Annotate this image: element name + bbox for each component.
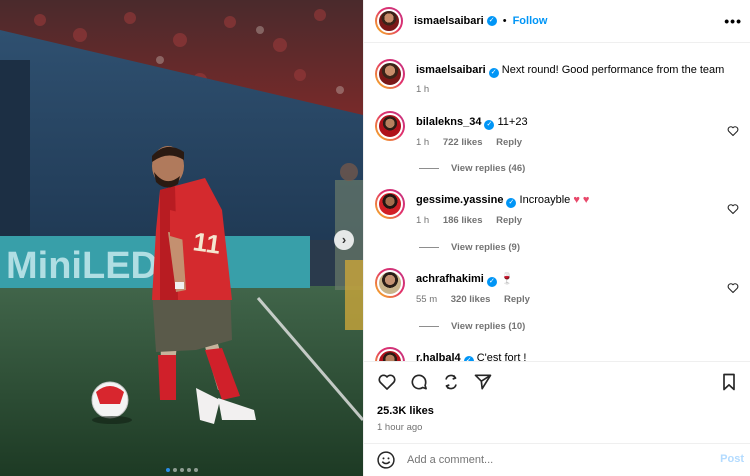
post-time: 1 hour ago [377,422,423,433]
replies-divider [419,247,439,248]
comment-likes[interactable]: 722 likes [443,137,483,148]
view-replies-label[interactable]: View replies (46) [451,163,525,174]
share-icon[interactable] [441,372,461,392]
comment-likes[interactable]: 320 likes [451,294,491,305]
view-replies-label[interactable]: View replies (10) [451,321,525,332]
view-replies-button[interactable]: View replies (46) [419,163,525,174]
heart-icon[interactable] [377,372,397,392]
comment-username[interactable]: bilalekns_34 [416,116,481,128]
comment-username[interactable]: r.halbal4 [416,352,461,361]
post-comment-button[interactable]: Post [720,453,744,465]
more-options-icon[interactable]: ••• [724,13,742,29]
heart-emoji: ♥ ♥ [573,194,590,206]
avatar[interactable] [375,347,405,361]
carousel-dot [179,468,184,472]
carousel-dot [165,468,170,472]
comment-text: 🍷 [499,273,514,285]
comment-text: 11+23 [497,116,528,128]
post-photo[interactable]: MiniLED 11 › [0,0,363,476]
view-replies-label[interactable]: View replies (9) [451,242,520,253]
caption-time: 1 h [416,84,430,95]
jersey-number: 11 [191,226,222,260]
comment-time: 1 h [416,215,430,226]
comment-item: r.halbal4 ✓ C'est fort ! [375,347,745,361]
comment-username[interactable]: gessime.yassine [416,194,503,206]
comment-like-heart-icon[interactable] [727,282,739,294]
view-replies-button[interactable]: View replies (10) [419,321,525,332]
next-arrow-icon[interactable]: › [334,230,354,250]
verified-badge-icon: ✓ [486,16,497,26]
verified-badge-icon: ✓ [484,120,495,130]
avatar[interactable] [375,268,405,298]
comment-like-heart-icon[interactable] [727,203,739,215]
verified-badge-icon: ✓ [506,198,517,208]
comment-item: bilalekns_34 ✓ 11+23 1 h 722 likes Reply [375,111,745,148]
caption: ismaelsaibari ✓ Next round! Good performa… [375,59,745,95]
replies-divider [419,168,439,169]
comment-input[interactable] [407,454,707,466]
comment-text: C'est fort ! [476,352,527,361]
carousel-dots [0,468,363,472]
add-comment-bar: Post [364,443,750,476]
view-replies-button[interactable]: View replies (9) [419,242,520,253]
follow-button[interactable]: Follow [513,15,548,27]
comment-username[interactable]: achrafhakimi [416,273,484,285]
post-header: ismaelsaibari ✓ • Follow ••• [364,0,750,43]
likes-count[interactable]: 25.3K likes [377,405,434,417]
comment-text: Incroayble [519,194,571,206]
ad-board-text: MiniLED [6,245,158,287]
avatar[interactable] [375,59,405,89]
verified-badge-icon: ✓ [488,68,499,78]
verified-badge-icon: ✓ [486,277,497,287]
football-player-photo: MiniLED 11 [0,0,363,476]
author-username[interactable]: ismaelsaibari [414,15,484,27]
bookmark-icon[interactable] [719,372,739,392]
emoji-icon[interactable] [376,450,396,470]
avatar[interactable] [375,189,405,219]
comment-time: 55 m [416,294,438,305]
instagram-post: MiniLED 11 › ismaelsaibari ✓ • Follow ••… [0,0,750,476]
post-details-panel: ismaelsaibari ✓ • Follow ••• ismaelsaiba… [363,0,750,476]
carousel-dot [172,468,177,472]
send-icon[interactable] [473,372,493,392]
comment-item: gessime.yassine ✓ Incroayble ♥ ♥ 1 h 186 … [375,189,745,226]
caption-username[interactable]: ismaelsaibari [416,64,486,76]
comment-likes[interactable]: 186 likes [443,215,483,226]
action-bar [364,361,750,403]
reply-button[interactable]: Reply [496,137,522,148]
avatar[interactable] [375,111,405,141]
comment-icon[interactable] [409,372,429,392]
header-separator: • [502,15,507,27]
reply-button[interactable]: Reply [504,294,530,305]
caption-text: Next round! Good performance from the te… [501,64,725,76]
comment-like-heart-icon[interactable] [727,125,739,137]
comment-time: 1 h [416,137,430,148]
carousel-dot [186,468,191,472]
comment-item: achrafhakimi ✓ 🍷 55 m 320 likes Reply [375,268,745,305]
replies-divider [419,326,439,327]
avatar[interactable] [375,7,403,35]
reply-button[interactable]: Reply [496,215,522,226]
comments-list[interactable]: ismaelsaibari ✓ Next round! Good performa… [364,44,750,361]
carousel-dot [193,468,198,472]
